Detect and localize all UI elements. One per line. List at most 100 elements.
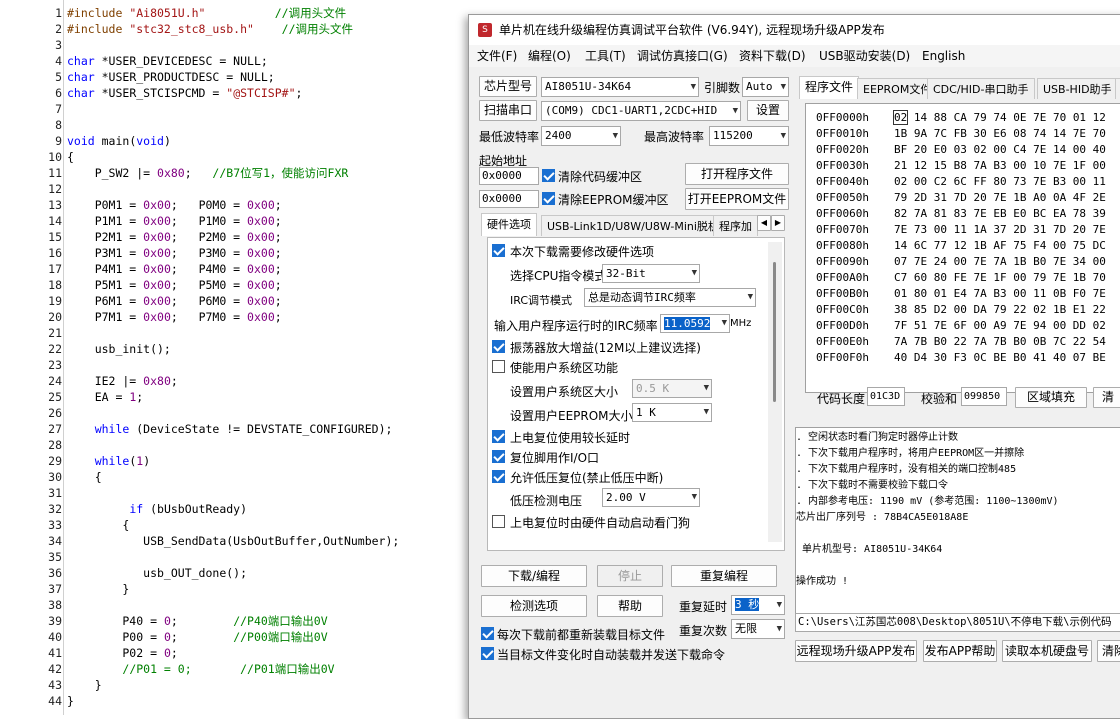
check-options-button[interactable]: 检测选项 bbox=[481, 595, 587, 617]
tab-scroll-left-icon[interactable]: ◀ bbox=[757, 215, 771, 231]
reprogram-button[interactable]: 重复编程 bbox=[671, 565, 777, 587]
tab-scroll-right-icon[interactable]: ▶ bbox=[771, 215, 785, 231]
tab-hardware-options[interactable]: 硬件选项 bbox=[481, 213, 537, 236]
code-line[interactable]: P0M1 = 0x00; P0M0 = 0x00; bbox=[67, 197, 282, 213]
download-button[interactable]: 下载/编程 bbox=[481, 565, 587, 587]
max-baud-select[interactable]: 115200 ▼ bbox=[709, 126, 789, 146]
tab-program-encrypt[interactable]: 程序加 bbox=[713, 215, 758, 236]
code-line[interactable]: P4M1 = 0x00; P4M0 = 0x00; bbox=[67, 261, 282, 277]
code-line[interactable]: char *USER_PRODUCTDESC = NULL; bbox=[67, 69, 275, 85]
menu-program[interactable]: 编程(O) bbox=[528, 45, 571, 67]
read-disk-id-button[interactable]: 读取本机硬盘号 bbox=[1002, 640, 1092, 662]
code-start-address-input[interactable]: 0x0000 bbox=[479, 167, 539, 185]
repeat-delay-select[interactable]: 3 秒 ▼ bbox=[731, 595, 785, 615]
menu-download[interactable]: 资料下载(D) bbox=[739, 45, 806, 67]
long-reset-checkbox[interactable] bbox=[492, 430, 505, 443]
hex-view[interactable]: 0FF0000h 02 14 88 CA 79 74 0E 7E 70 01 12… bbox=[805, 103, 1120, 393]
code-line[interactable]: } bbox=[67, 581, 129, 597]
code-line[interactable]: usb_OUT_done(); bbox=[67, 565, 247, 581]
min-baud-select[interactable]: 2400 ▼ bbox=[541, 126, 621, 146]
code-line[interactable]: P00 = 0; //P00端口输出0V bbox=[67, 629, 327, 645]
scan-port-button[interactable]: 扫描串口 bbox=[479, 100, 537, 121]
tab-eeprom-file[interactable]: EEPROM文件 bbox=[857, 78, 938, 99]
code-line[interactable]: { bbox=[67, 469, 102, 485]
code-line[interactable]: if (bUsbOutReady) bbox=[67, 501, 247, 517]
reset-io-checkbox[interactable] bbox=[492, 450, 505, 463]
low-volt-select[interactable]: 2.00 V ▼ bbox=[602, 488, 700, 507]
menu-usb-driver[interactable]: USB驱动安装(D) bbox=[819, 45, 910, 67]
code-line[interactable]: P_SW2 |= 0x80; //B7位写1，使能访问FXR bbox=[67, 165, 349, 181]
tab-program-file[interactable]: 程序文件 bbox=[799, 76, 860, 99]
code-line[interactable]: P3M1 = 0x00; P3M0 = 0x00; bbox=[67, 245, 282, 261]
chip-model-select[interactable]: AI8051U-34K64 ▼ bbox=[541, 77, 699, 97]
code-line[interactable]: void main(void) bbox=[67, 133, 171, 149]
code-line[interactable]: P40 = 0; //P40端口输出0V bbox=[67, 613, 327, 629]
remote-upgrade-button[interactable]: 远程现场升级APP发布 bbox=[795, 640, 917, 662]
code-line[interactable]: while(1) bbox=[67, 453, 150, 469]
help-button[interactable]: 帮助 bbox=[597, 595, 663, 617]
clear-log-button[interactable]: 清除 bbox=[1097, 640, 1120, 662]
open-eeprom-file-button[interactable]: 打开EEPROM文件 bbox=[685, 188, 789, 210]
stc-isp-window[interactable]: S 单片机在线升级编程仿真调试平台软件 (V6.94Y), 远程现场升级APP发… bbox=[468, 14, 1120, 719]
settings-button[interactable]: 设置 bbox=[747, 100, 789, 121]
code-line[interactable]: P1M1 = 0x00; P1M0 = 0x00; bbox=[67, 213, 282, 229]
repeat-count-select[interactable]: 无限 ▼ bbox=[731, 619, 785, 639]
stop-button[interactable]: 停止 bbox=[597, 565, 663, 587]
code-line[interactable]: { bbox=[67, 517, 129, 533]
clear-buffer-button[interactable]: 清 bbox=[1093, 387, 1120, 408]
auto-load-checkbox[interactable] bbox=[481, 647, 494, 660]
port-select[interactable]: (COM9) CDC1-UART1,2CDC+HID ▼ bbox=[541, 101, 741, 121]
code-line[interactable]: #include "Ai8051U.h" //调用头文件 bbox=[67, 5, 346, 21]
reload-checkbox[interactable] bbox=[481, 627, 494, 640]
user-sys-checkbox[interactable] bbox=[492, 360, 505, 373]
code-line[interactable]: char *USER_DEVICEDESC = NULL; bbox=[67, 53, 268, 69]
wdt-auto-checkbox[interactable] bbox=[492, 515, 505, 528]
title-bar[interactable]: S 单片机在线升级编程仿真调试平台软件 (V6.94Y), 远程现场升级APP发… bbox=[469, 15, 1120, 45]
min-baud-value: 2400 bbox=[545, 129, 572, 142]
menu-tools[interactable]: 工具(T) bbox=[585, 45, 626, 67]
tab-more[interactable]: 12 bbox=[1115, 78, 1120, 99]
code-line[interactable]: USB_SendData(UsbOutBuffer,OutNumber); bbox=[67, 533, 399, 549]
open-program-file-button[interactable]: 打开程序文件 bbox=[685, 163, 789, 185]
code-line[interactable]: P7M1 = 0x00; P7M0 = 0x00; bbox=[67, 309, 282, 325]
code-line[interactable]: P2M1 = 0x00; P2M0 = 0x00; bbox=[67, 229, 282, 245]
user-sys-size-select[interactable]: 0.5 K ▼ bbox=[632, 379, 712, 398]
code-line[interactable]: P5M1 = 0x00; P5M0 = 0x00; bbox=[67, 277, 282, 293]
code-line[interactable]: char *USER_STCISPCMD = "@STCISP#"; bbox=[67, 85, 302, 101]
code-line[interactable]: usb_init(); bbox=[67, 341, 171, 357]
low-volt-reset-checkbox[interactable] bbox=[492, 470, 505, 483]
code-line[interactable]: #include "stc32_stc8_usb.h" //调用头文件 bbox=[67, 21, 353, 37]
clear-code-checkbox[interactable] bbox=[542, 169, 555, 182]
clear-eeprom-checkbox[interactable] bbox=[542, 192, 555, 205]
code-line[interactable]: //P01 = 0; //P01端口输出0V bbox=[67, 661, 334, 677]
code-line[interactable]: { bbox=[67, 149, 74, 165]
code-line[interactable]: } bbox=[67, 693, 74, 709]
osc-gain-checkbox[interactable] bbox=[492, 340, 505, 353]
tab-usb-link[interactable]: USB-Link1D/U8W/U8W-Mini脱机 bbox=[541, 215, 725, 236]
publish-help-button[interactable]: 发布APP帮助 bbox=[923, 640, 997, 662]
hw-scrollbar-thumb[interactable] bbox=[773, 262, 776, 402]
cpu-mode-select[interactable]: 32-Bit ▼ bbox=[602, 264, 700, 283]
menu-file[interactable]: 文件(F) bbox=[477, 45, 517, 67]
code-line[interactable]: while (DeviceState != DEVSTATE_CONFIGURE… bbox=[67, 421, 393, 437]
menu-english[interactable]: English bbox=[922, 45, 965, 67]
code-line[interactable]: P6M1 = 0x00; P6M0 = 0x00; bbox=[67, 293, 282, 309]
menu-debug[interactable]: 调试仿真接口(G) bbox=[637, 45, 728, 67]
tab-cdc-hid[interactable]: CDC/HID-串口助手 bbox=[927, 78, 1035, 99]
irc-freq-input[interactable]: 11.0592 ▼ bbox=[660, 314, 730, 333]
irc-mode-select[interactable]: 总是动态调节IRC频率 ▼ bbox=[584, 288, 756, 307]
fill-region-button[interactable]: 区域填充 bbox=[1015, 387, 1087, 408]
output-log[interactable]: . 空闲状态时看门狗定时器停止计数 . 下次下载用户程序时，将用户EEPROM区一… bbox=[795, 427, 1120, 623]
pin-count-select[interactable]: Auto ▼ bbox=[742, 77, 789, 97]
code-line[interactable]: EA = 1; bbox=[67, 389, 144, 405]
code-line[interactable]: IE2 |= 0x80; bbox=[67, 373, 178, 389]
file-path-field[interactable]: C:\Users\江苏国芯008\Desktop\8051U\不停电下载\示例代… bbox=[795, 613, 1120, 632]
code-line[interactable]: } bbox=[67, 677, 102, 693]
user-eeprom-select[interactable]: 1 K ▼ bbox=[632, 403, 712, 422]
chip-model-button[interactable]: 芯片型号 bbox=[479, 76, 537, 97]
tab-usb-hid[interactable]: USB-HID助手 bbox=[1037, 78, 1118, 99]
code-line[interactable]: P02 = 0; bbox=[67, 645, 177, 661]
hw-scrollbar[interactable] bbox=[768, 242, 782, 542]
modify-hw-checkbox[interactable] bbox=[492, 244, 505, 257]
eeprom-start-address-input[interactable]: 0x0000 bbox=[479, 190, 539, 208]
